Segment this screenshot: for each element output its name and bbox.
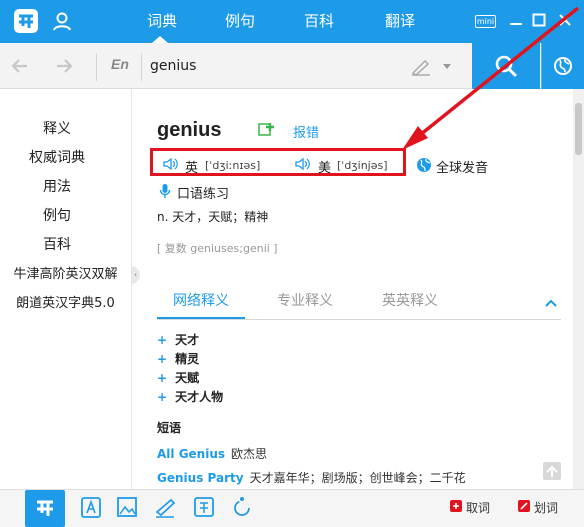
- dictionary-mode-button[interactable]: [25, 490, 65, 527]
- plural-forms: [ 复数 geniuses;genii ]: [157, 242, 278, 255]
- phrase-english-link[interactable]: All Genius: [157, 447, 225, 461]
- uk-phonetic: [ˈdʒiːnɪəs]: [205, 159, 261, 172]
- list-item: All Genius 欧杰思: [157, 445, 267, 462]
- oral-practice-link[interactable]: 口语练习: [177, 183, 229, 202]
- phrase-english-link[interactable]: Genius Party: [157, 471, 244, 485]
- plus-icon[interactable]: +: [157, 352, 167, 366]
- report-error-link[interactable]: 报错: [293, 122, 319, 141]
- youdao-logo-icon: [37, 500, 53, 516]
- sidebar-item-encyclopedia[interactable]: 百科: [0, 234, 131, 254]
- sidebar-item-definition[interactable]: 释义: [0, 118, 131, 138]
- back-to-top-button[interactable]: [543, 462, 561, 480]
- plus-icon[interactable]: +: [157, 371, 167, 385]
- youdao-logo-icon[interactable]: [13, 8, 39, 34]
- tab-examples[interactable]: 例句: [211, 0, 269, 43]
- global-pronunciation-icon[interactable]: [416, 157, 432, 173]
- tab-dictionary[interactable]: 词典: [133, 0, 191, 43]
- quick-word-toggle[interactable]: 取词: [466, 499, 490, 516]
- arrow-up-icon: [546, 465, 558, 477]
- sidebar-item-examples[interactable]: 例句: [0, 205, 131, 225]
- plus-icon[interactable]: +: [157, 390, 167, 404]
- mini-mode-button[interactable]: mini: [475, 15, 496, 28]
- headword: genius: [157, 119, 222, 141]
- divider: [96, 53, 97, 81]
- meaning-text: 天才: [175, 333, 200, 347]
- list-item: + 天才人物: [157, 388, 223, 405]
- chevron-up-icon[interactable]: [545, 298, 557, 308]
- search-icon: [495, 55, 518, 78]
- tab-english-definition[interactable]: 英英释义: [370, 289, 450, 319]
- list-item: + 天才: [157, 331, 199, 348]
- divider: [141, 53, 142, 81]
- list-item: Genius Party 天才嘉年华；剧场版；创世峰会；二千花: [157, 469, 466, 486]
- image-translate-icon[interactable]: [115, 494, 139, 520]
- select-word-icon[interactable]: [518, 500, 530, 512]
- tab-encyclopedia[interactable]: 百科: [290, 0, 348, 43]
- plus-icon[interactable]: +: [157, 333, 167, 347]
- list-item: + 精灵: [157, 350, 199, 367]
- phrase-translation: 天才嘉年华；剧场版；创世峰会；二千花: [249, 471, 466, 485]
- add-to-wordbook-icon[interactable]: [258, 122, 274, 137]
- search-input[interactable]: [150, 52, 400, 80]
- definition-tabs: 网络释义 专业释义 英英释义: [157, 289, 561, 320]
- basic-definition: n. 天才，天赋；精神: [157, 210, 269, 224]
- uk-speaker-icon[interactable]: [162, 157, 178, 171]
- tab-professional-definition[interactable]: 专业释义: [265, 289, 345, 319]
- back-arrow-icon[interactable]: [9, 55, 31, 77]
- minimize-icon[interactable]: [507, 11, 525, 29]
- sidebar-item-authoritative-dict[interactable]: 权威词典: [0, 147, 131, 167]
- globe-icon: [554, 57, 572, 75]
- language-selector[interactable]: En: [111, 56, 129, 72]
- maximize-icon[interactable]: [530, 11, 548, 29]
- search-button[interactable]: [472, 43, 540, 89]
- uk-label: 英: [185, 161, 199, 176]
- us-label: 美: [318, 161, 332, 176]
- meaning-text: 天才人物: [175, 390, 224, 404]
- scrollbar-thumb[interactable]: [575, 103, 582, 155]
- tab-translate[interactable]: 翻译: [371, 0, 429, 43]
- sidebar-item-usage[interactable]: 用法: [0, 176, 131, 196]
- web-search-button[interactable]: [541, 43, 584, 89]
- chevron-down-icon[interactable]: [443, 64, 451, 69]
- document-icon[interactable]: [79, 494, 103, 520]
- handwriting-icon[interactable]: [410, 56, 432, 76]
- tab-web-definition[interactable]: 网络释义: [157, 289, 245, 319]
- quick-word-icon[interactable]: [450, 500, 462, 512]
- global-pronunciation-link[interactable]: 全球发音: [436, 157, 488, 176]
- microphone-icon[interactable]: [159, 183, 171, 199]
- meaning-text: 天赋: [175, 371, 200, 385]
- us-speaker-icon[interactable]: [294, 157, 310, 171]
- close-icon[interactable]: [556, 11, 574, 29]
- phrase-translation: 欧杰思: [231, 447, 268, 461]
- sidebar-item-langdao[interactable]: 朗道英汉字典5.0: [0, 292, 131, 311]
- phrases-heading: 短语: [157, 421, 182, 435]
- user-icon[interactable]: [52, 11, 72, 31]
- meaning-text: 精灵: [175, 352, 200, 366]
- note-icon[interactable]: [153, 494, 177, 520]
- list-item: + 天赋: [157, 369, 199, 386]
- translate-icon[interactable]: [192, 494, 216, 520]
- title-bar: 词典 例句 百科 翻译 mini: [0, 0, 584, 43]
- sync-icon[interactable]: [230, 494, 254, 520]
- forward-arrow-icon[interactable]: [53, 55, 75, 77]
- us-phonetic: [ˈdʒinjəs]: [337, 159, 388, 172]
- sidebar-item-oxford[interactable]: 牛津高阶英汉双解: [0, 263, 131, 282]
- sidebar: 释义 权威词典 用法 例句 百科 牛津高阶英汉双解 朗道英汉字典5.0: [0, 89, 131, 489]
- select-word-toggle[interactable]: 划词: [534, 499, 558, 516]
